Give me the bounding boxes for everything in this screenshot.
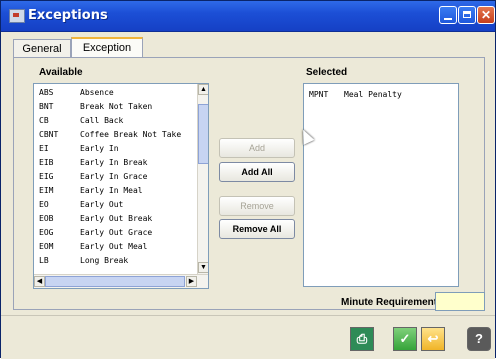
maximize-button[interactable] [458, 6, 476, 24]
remove-all-button[interactable]: Remove All [219, 219, 295, 239]
scroll-left-icon[interactable]: ◀ [34, 276, 45, 287]
check-icon[interactable]: ✓ [393, 327, 417, 351]
minimize-button[interactable] [439, 6, 457, 24]
title-bar: Exceptions ✕ [1, 1, 495, 32]
vertical-scroll-thumb[interactable] [198, 104, 208, 164]
scroll-right-icon[interactable]: ▶ [186, 276, 197, 287]
cancel-icon[interactable]: ↩ [421, 327, 445, 351]
minute-requirement-label: Minute Requirement [341, 297, 438, 308]
app-icon [9, 9, 25, 23]
scroll-up-icon[interactable]: ▲ [198, 84, 208, 95]
tab-general[interactable]: General [13, 39, 71, 57]
add-all-button[interactable]: Add All [219, 162, 295, 182]
help-icon[interactable]: ? [467, 327, 491, 351]
scroll-down-icon[interactable]: ▼ [198, 262, 208, 273]
close-button[interactable]: ✕ [477, 6, 495, 24]
selected-label: Selected [306, 67, 348, 78]
horizontal-scroll-thumb[interactable] [45, 276, 185, 287]
save-icon[interactable]: ⎙ [350, 327, 374, 351]
minute-requirement-input[interactable] [435, 292, 485, 311]
vertical-scrollbar[interactable]: ▲ ▼ [197, 84, 208, 274]
selected-list[interactable]: MPNT Meal Penalty [303, 83, 459, 287]
remove-button[interactable]: Remove [219, 196, 295, 216]
available-label: Available [39, 67, 83, 78]
window-title: Exceptions [28, 8, 108, 23]
exceptions-window: Exceptions ✕ General Exception Available… [0, 0, 496, 359]
tab-exception[interactable]: Exception [71, 37, 143, 57]
add-button[interactable]: Add [219, 138, 295, 158]
available-list[interactable]: ABS Absence BNT Break Not Taken CB Call Bac… [33, 83, 209, 289]
horizontal-scrollbar[interactable]: ◀ ▶ [34, 274, 208, 288]
